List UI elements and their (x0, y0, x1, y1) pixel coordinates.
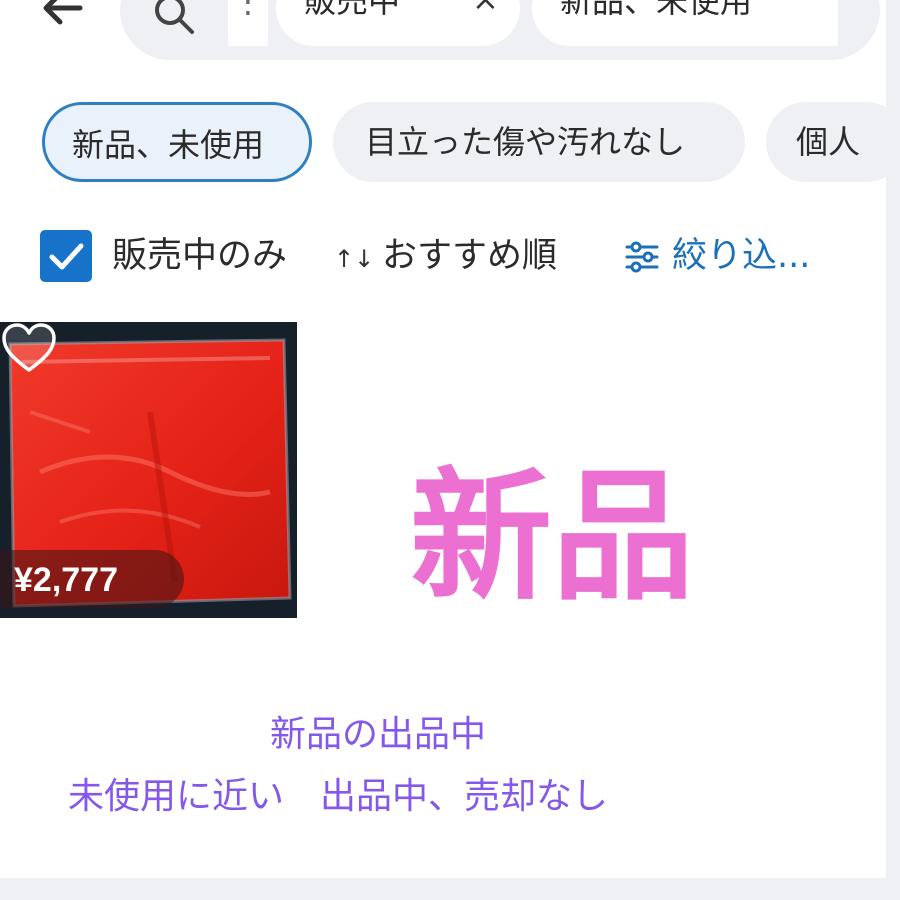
product-card[interactable]: ¥2,777 (0, 322, 297, 618)
filter-chip-no-damage[interactable]: 目立った傷や汚れなし (333, 102, 745, 182)
search-icon[interactable] (150, 0, 198, 36)
refine-filter-link[interactable]: 絞り込... (672, 234, 810, 278)
heart-icon[interactable] (0, 322, 58, 376)
on-sale-only-checkbox[interactable] (40, 230, 92, 282)
headline-text: 新品 (410, 455, 694, 620)
filter-chip-individual[interactable]: 個人 (766, 102, 900, 182)
filter-chip-label: 新品、未使用 (72, 126, 265, 164)
search-chip-condition[interactable]: 新品、未使用 (532, 0, 838, 46)
checkmark-icon (49, 243, 84, 270)
search-chip-overflow: ⋮ (228, 0, 268, 46)
search-overflow-mark: ⋮ (232, 0, 264, 20)
note-line-2: 未使用に近い 出品中、売却なし (68, 776, 609, 817)
price-badge: ¥2,777 (0, 550, 184, 608)
search-chip-label: 販売中 (304, 0, 401, 20)
filter-chip-new-unused[interactable]: 新品、未使用 (42, 102, 312, 182)
note-line-1: 新品の出品中 (270, 714, 487, 755)
search-chip-on-sale[interactable]: 販売中 × (276, 0, 520, 46)
screen: ⋮ 販売中 × 新品、未使用 新品、未使用 目立った傷や汚れなし 個人 販売中の… (0, 0, 900, 900)
sort-icon[interactable]: ↑↓ (334, 244, 374, 274)
filter-chip-label: 目立った傷や汚れなし (365, 123, 686, 161)
product-price: ¥2,777 (14, 561, 118, 599)
search-chip-label: 新品、未使用 (560, 0, 753, 20)
on-sale-only-label[interactable]: 販売中のみ (112, 234, 287, 278)
close-icon[interactable]: × (472, 0, 499, 15)
sort-order-button[interactable]: おすすめ順 (382, 234, 557, 278)
filter-chip-label: 個人 (796, 123, 861, 161)
bottom-bar (0, 878, 900, 900)
edge-panel (886, 0, 900, 900)
sliders-icon[interactable] (624, 240, 660, 274)
arrow-left-icon[interactable] (36, 0, 88, 42)
